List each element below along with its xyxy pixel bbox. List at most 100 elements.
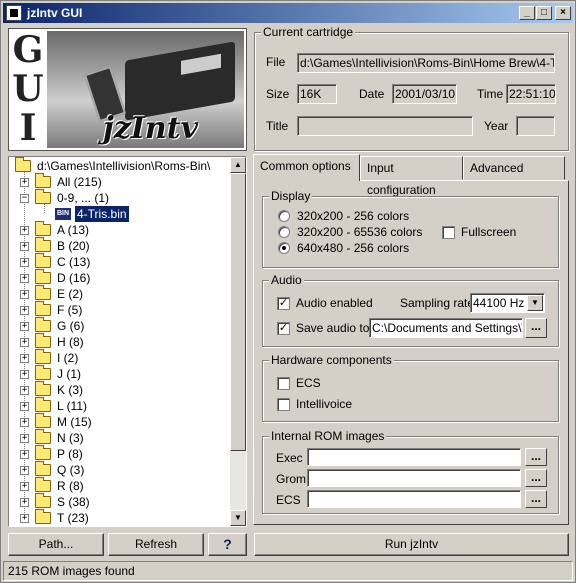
grom-browse-button[interactable]: ...	[525, 469, 547, 487]
window-title: jzIntv GUI	[27, 6, 83, 20]
logo-letter-u: U	[12, 68, 44, 110]
exec-rom-input[interactable]	[307, 448, 521, 466]
expand-icon[interactable]: +	[20, 466, 29, 475]
tree-item-label: D (16)	[57, 271, 91, 285]
tree-item-label: H (8)	[57, 335, 84, 349]
logo-letter-i: I	[19, 107, 37, 149]
intellivoice-checkbox[interactable]	[277, 398, 290, 411]
chevron-down-icon[interactable]: ▼	[527, 295, 543, 311]
expand-icon[interactable]: +	[20, 402, 29, 411]
display-group: Display 320x200 - 256 colors 320x200 - 6…	[262, 189, 559, 268]
logo-letters: G U I	[11, 31, 45, 148]
rom-images-group: Internal ROM images Exec ... Grom ... EC…	[262, 429, 559, 514]
tree-scrollbar[interactable]: ▲ ▼	[230, 157, 246, 526]
display-group-label: Display	[269, 189, 313, 203]
folder-icon	[35, 349, 51, 364]
expand-icon[interactable]: +	[20, 354, 29, 363]
tree-item-label: 4-Tris.bin	[74, 205, 130, 223]
ecs-rom-input[interactable]	[307, 490, 521, 508]
folder-icon	[35, 269, 51, 284]
file-label: File	[266, 55, 286, 69]
tab-advanced[interactable]: Advanced	[463, 156, 565, 180]
file-field: d:\Games\Intellivision\Roms-Bin\Home Bre…	[297, 53, 555, 73]
tree-item-label: P (8)	[57, 447, 83, 461]
path-button[interactable]: Path...	[8, 533, 104, 556]
status-bar: 215 ROM images found	[3, 561, 573, 581]
cartridge-group: Current cartridge File d:\Games\Intelliv…	[254, 25, 569, 151]
folder-icon	[35, 381, 51, 396]
size-field: 16K	[297, 84, 337, 104]
expand-icon[interactable]: +	[20, 450, 29, 459]
scroll-thumb[interactable]	[230, 173, 246, 451]
date-label: Date	[359, 87, 385, 101]
expand-icon[interactable]: +	[20, 242, 29, 251]
app-icon[interactable]	[6, 5, 22, 21]
expand-icon[interactable]: +	[20, 274, 29, 283]
grom-label: Grom	[276, 472, 306, 486]
radio-640x480-256[interactable]	[278, 242, 290, 254]
date-field: 2001/03/10	[392, 84, 457, 104]
scroll-down-arrow[interactable]: ▼	[230, 510, 246, 526]
radio-320x200-65536[interactable]	[278, 226, 290, 238]
ecs-checkbox[interactable]	[277, 377, 290, 390]
tab-common-options[interactable]: Common options	[253, 154, 360, 181]
expand-icon[interactable]: +	[20, 322, 29, 331]
expand-icon[interactable]: +	[20, 498, 29, 507]
expand-icon[interactable]: +	[20, 178, 29, 187]
folder-icon	[35, 173, 51, 188]
exec-browse-button[interactable]: ...	[525, 448, 547, 466]
radio-320x200-256[interactable]	[278, 210, 290, 222]
tree-item-label: B (20)	[57, 239, 90, 253]
radio-label: 320x200 - 65536 colors	[297, 225, 423, 239]
intellivoice-label: Intellivoice	[296, 397, 353, 411]
folder-open-icon	[35, 189, 51, 204]
expand-icon[interactable]: +	[20, 386, 29, 395]
tree-item-label: E (2)	[57, 287, 84, 301]
expand-icon[interactable]: +	[20, 290, 29, 299]
hardware-group: Hardware components ECS Intellivoice	[262, 353, 559, 422]
expand-icon[interactable]: +	[20, 482, 29, 491]
expand-icon[interactable]: +	[20, 434, 29, 443]
help-button[interactable]: ?	[208, 533, 247, 556]
expand-icon[interactable]: +	[20, 370, 29, 379]
sampling-rate-select[interactable]: 44100 Hz ▼	[470, 293, 545, 313]
exec-label: Exec	[276, 451, 303, 465]
save-audio-checkbox[interactable]: ✓	[277, 322, 290, 335]
minimize-button[interactable]: _	[519, 6, 535, 20]
tab-input-configuration[interactable]: Input configuration	[360, 156, 463, 197]
tree-item-label: R (8)	[57, 479, 84, 493]
ecs-label: ECS	[296, 376, 321, 390]
fullscreen-checkbox[interactable]	[442, 226, 455, 239]
audio-enabled-label: Audio enabled	[296, 296, 373, 310]
expand-icon[interactable]: +	[20, 514, 29, 523]
expand-icon[interactable]: +	[20, 258, 29, 267]
audio-group: Audio ✓ Audio enabled Sampling rate 4410…	[262, 273, 559, 347]
title-bar[interactable]: jzIntv GUI _ □ ×	[3, 3, 573, 23]
collapse-icon[interactable]: −	[20, 194, 29, 203]
expand-icon[interactable]: +	[20, 338, 29, 347]
logo-letter-g: G	[12, 29, 44, 71]
tree-guide	[44, 203, 45, 213]
refresh-button[interactable]: Refresh	[108, 533, 204, 556]
tree-item-label: G (6)	[57, 319, 85, 333]
scroll-up-arrow[interactable]: ▲	[230, 157, 246, 173]
folder-icon	[35, 445, 51, 460]
options-tabs: Common options Input configuration Advan…	[253, 154, 569, 526]
folder-icon	[35, 493, 51, 508]
maximize-button[interactable]: □	[536, 6, 552, 20]
save-audio-path-input[interactable]: C:\Documents and Settings\W	[369, 318, 523, 338]
folder-icon	[35, 221, 51, 236]
expand-icon[interactable]: +	[20, 226, 29, 235]
expand-icon[interactable]: +	[20, 306, 29, 315]
close-button[interactable]: ×	[555, 6, 571, 20]
grom-rom-input[interactable]	[307, 469, 521, 487]
save-audio-browse-button[interactable]: ...	[525, 318, 547, 338]
expand-icon[interactable]: +	[20, 418, 29, 427]
audio-enabled-checkbox[interactable]: ✓	[277, 297, 290, 310]
logo-banner: G U I jzIntv	[8, 28, 247, 151]
run-jzintv-button[interactable]: Run jzIntv	[254, 533, 569, 556]
ecs-browse-button[interactable]: ...	[525, 490, 547, 508]
rom-tree[interactable]: d:\Games\Intellivision\Roms-Bin\ + All (2…	[8, 156, 247, 527]
sampling-rate-value: 44100 Hz	[473, 296, 525, 310]
size-label: Size	[266, 87, 290, 101]
